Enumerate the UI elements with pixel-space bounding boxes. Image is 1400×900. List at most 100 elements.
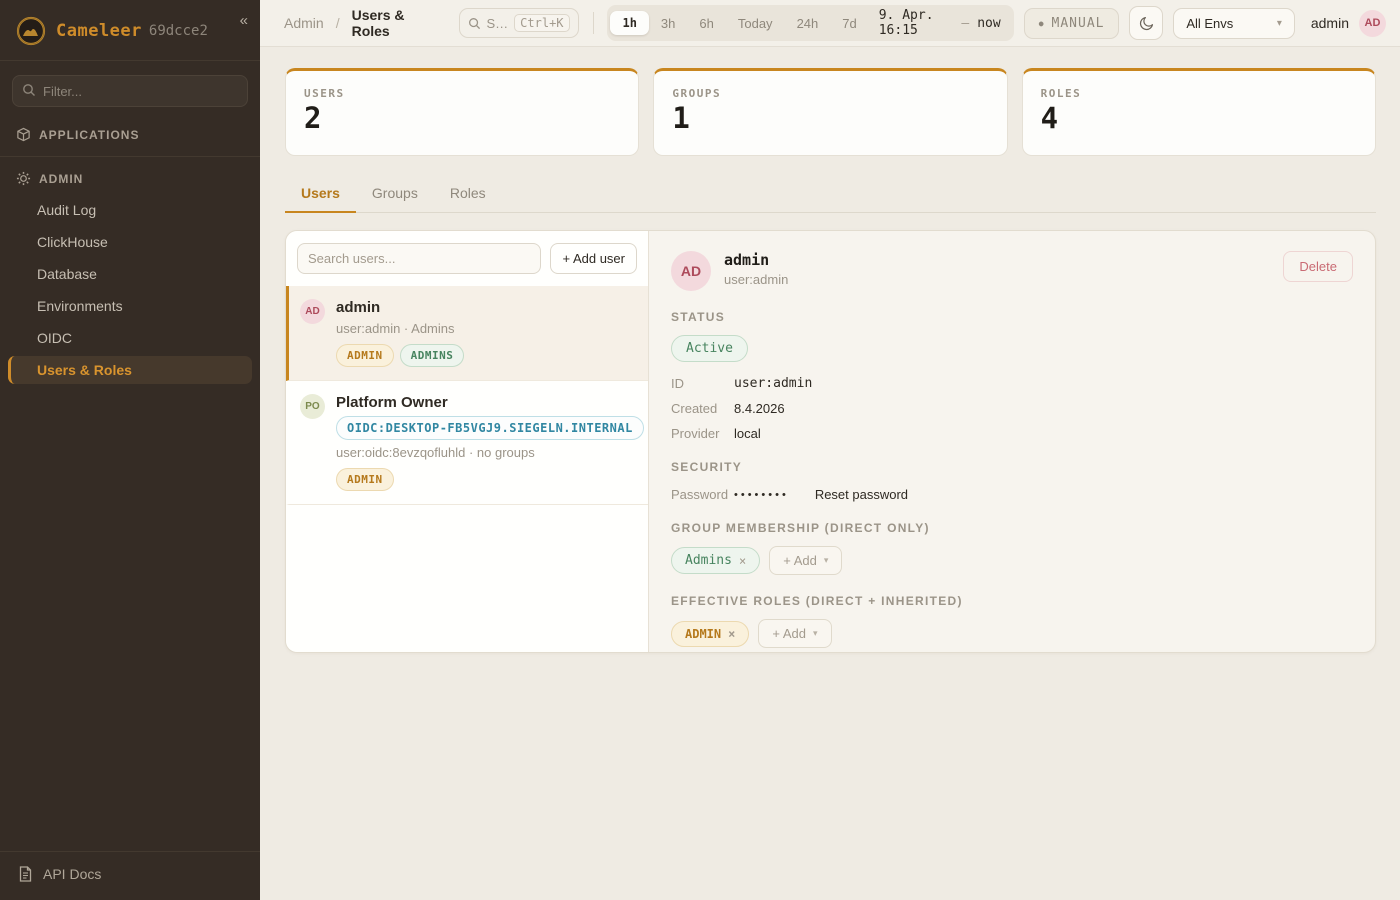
sidebar-item-database[interactable]: Database xyxy=(8,260,252,288)
remove-group-icon[interactable]: × xyxy=(739,554,746,568)
password-masked-value: •••••••• xyxy=(734,489,789,501)
package-icon xyxy=(16,127,31,142)
sidebar-item-oidc[interactable]: OIDC xyxy=(8,324,252,352)
user-avatar[interactable]: AD xyxy=(1359,10,1386,37)
breadcrumb-parent[interactable]: Admin xyxy=(284,15,324,31)
user-search-input[interactable] xyxy=(297,243,541,274)
sidebar-api-docs[interactable]: API Docs xyxy=(0,851,260,900)
group-chip-label: Admins xyxy=(685,553,732,568)
tab-groups[interactable]: Groups xyxy=(356,177,434,213)
detail-avatar: AD xyxy=(671,251,711,291)
add-role-label: + Add xyxy=(772,626,806,641)
tabs: Users Groups Roles xyxy=(285,177,1376,213)
sidebar-section-label: APPLICATIONS xyxy=(39,128,139,142)
status-section-label: STATUS xyxy=(671,310,1353,324)
field-label: Provider xyxy=(671,426,734,441)
time-range-24h[interactable]: 24h xyxy=(785,11,831,36)
user-name: Platform Owner xyxy=(336,394,634,411)
field-provider: Provider local xyxy=(671,426,1353,441)
time-separator: — xyxy=(961,16,969,31)
user-row-platform-owner[interactable]: PO Platform Owner OIDC:DESKTOP-FB5VGJ9.S… xyxy=(286,381,648,505)
user-row-body: Platform Owner OIDC:DESKTOP-FB5VGJ9.SIEG… xyxy=(336,394,634,491)
dark-mode-toggle[interactable] xyxy=(1129,6,1163,40)
sidebar-section-label: ADMIN xyxy=(39,172,83,186)
document-icon xyxy=(18,866,33,882)
add-user-button[interactable]: + Add user xyxy=(550,243,637,274)
sidebar-filter-input[interactable] xyxy=(12,75,248,107)
sidebar-collapse-icon[interactable]: « xyxy=(240,12,248,29)
sidebar-header: Cameleer 69dcce2 « xyxy=(0,0,260,61)
time-range-1h[interactable]: 1h xyxy=(610,11,648,35)
badge-row: ADMIN ADMINS xyxy=(336,344,464,367)
time-range-3h[interactable]: 3h xyxy=(649,11,687,36)
time-range-today[interactable]: Today xyxy=(726,11,785,36)
detail-title-block: admin user:admin xyxy=(724,251,788,287)
status-dot-icon: ● xyxy=(1039,19,1045,28)
sidebar-filter-wrap xyxy=(0,61,260,117)
reset-password-link[interactable]: Reset password xyxy=(815,487,908,502)
group-chip-admins: Admins × xyxy=(671,547,760,574)
refresh-mode-button[interactable]: ● MANUAL xyxy=(1024,8,1120,39)
sidebar-spacer xyxy=(0,386,260,851)
app-root: Cameleer 69dcce2 « APPLICATIONS ADMIN Au… xyxy=(0,0,1400,900)
search-icon xyxy=(22,83,36,97)
chevron-down-icon: ▾ xyxy=(813,628,818,639)
sidebar-section-applications[interactable]: APPLICATIONS xyxy=(0,117,260,150)
time-from: 9. Apr. 16:15 xyxy=(879,8,954,38)
stat-label: GROUPS xyxy=(672,87,988,100)
add-role-button[interactable]: + Add ▾ xyxy=(758,619,831,648)
role-chip-admin: ADMIN × xyxy=(671,621,749,647)
environment-select[interactable]: All Envs ▾ xyxy=(1173,8,1295,39)
badge-row: ADMIN xyxy=(336,468,634,491)
refresh-mode-label: MANUAL xyxy=(1052,16,1105,31)
topbar-divider xyxy=(593,12,594,34)
sidebar-divider xyxy=(0,156,260,157)
chevron-down-icon: ▾ xyxy=(1277,18,1282,29)
user-subtitle: user:oidc:8evzqofluhld · no groups xyxy=(336,445,634,460)
detail-username: admin xyxy=(724,251,788,269)
field-id: ID user:admin xyxy=(671,376,1353,391)
detail-fields: ID user:admin Created 8.4.2026 Provider … xyxy=(671,376,1353,441)
user-row-body: admin user:admin · Admins ADMIN ADMINS xyxy=(336,299,464,367)
role-badge: ADMIN xyxy=(336,344,394,367)
sidebar-item-clickhouse[interactable]: ClickHouse xyxy=(8,228,252,256)
time-range-display[interactable]: 9. Apr. 16:15 — now xyxy=(869,8,1011,38)
breadcrumb-current: Users & Roles xyxy=(352,7,441,39)
time-range-7d[interactable]: 7d xyxy=(830,11,868,36)
group-membership-label: GROUP MEMBERSHIP (DIRECT ONLY) xyxy=(671,521,1353,535)
delete-user-button[interactable]: Delete xyxy=(1283,251,1353,282)
password-label: Password xyxy=(671,487,734,502)
field-created: Created 8.4.2026 xyxy=(671,401,1353,416)
time-range-6h[interactable]: 6h xyxy=(687,11,725,36)
oidc-badge: OIDC:DESKTOP-FB5VGJ9.SIEGELN.INTERNAL xyxy=(336,416,644,440)
add-group-button[interactable]: + Add ▾ xyxy=(769,546,842,575)
detail-header: AD admin user:admin Delete xyxy=(671,251,1353,291)
user-subtitle: user:admin · Admins xyxy=(336,321,464,336)
field-label: ID xyxy=(671,376,734,391)
tab-users[interactable]: Users xyxy=(285,177,356,213)
field-value: user:admin xyxy=(734,376,812,391)
role-chips: ADMIN × + Add ▾ xyxy=(671,619,1353,648)
stat-card-groups: GROUPS 1 xyxy=(653,68,1007,156)
global-search-button[interactable]: S… Ctrl+K xyxy=(459,8,579,38)
tab-roles[interactable]: Roles xyxy=(434,177,502,213)
sidebar-section-admin[interactable]: ADMIN xyxy=(0,161,260,194)
user-row-admin[interactable]: AD admin user:admin · Admins ADMIN ADMIN… xyxy=(286,286,648,381)
avatar: AD xyxy=(300,299,325,324)
stat-card-users: USERS 2 xyxy=(285,68,639,156)
chevron-down-icon: ▾ xyxy=(824,555,829,566)
detail-user-id: user:admin xyxy=(724,272,788,287)
sidebar-item-users-roles[interactable]: Users & Roles xyxy=(8,356,252,384)
user-list-header: + Add user xyxy=(286,231,648,286)
stat-value: 2 xyxy=(304,104,620,133)
sidebar-item-environments[interactable]: Environments xyxy=(8,292,252,320)
camel-logo-icon xyxy=(16,16,46,46)
time-range-control: 1h 3h 6h Today 24h 7d 9. Apr. 16:15 — no… xyxy=(607,5,1013,41)
remove-role-icon[interactable]: × xyxy=(728,627,735,641)
user-list: + Add user AD admin user:admin · Admins … xyxy=(286,231,649,652)
brand-name: Cameleer xyxy=(56,21,142,41)
sidebar-item-audit-log[interactable]: Audit Log xyxy=(8,196,252,224)
role-badge: ADMIN xyxy=(336,468,394,491)
search-label: S… xyxy=(487,16,509,31)
brand-version: 69dcce2 xyxy=(149,23,208,39)
